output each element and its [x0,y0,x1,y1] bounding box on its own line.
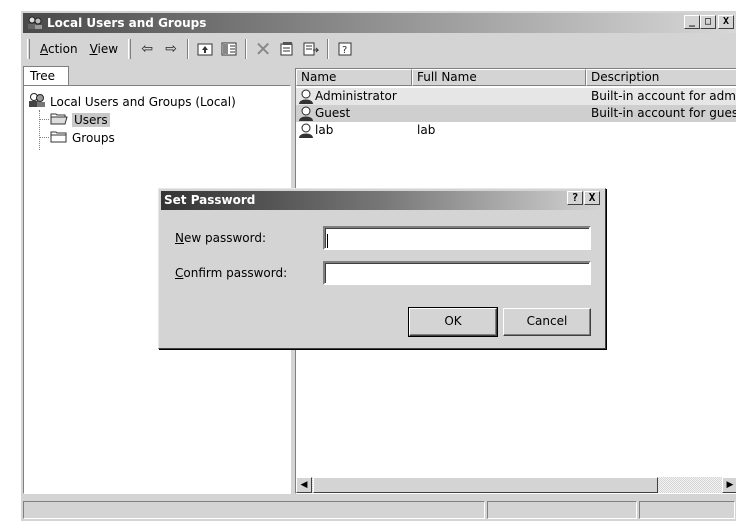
menu-action[interactable]: Action [34,42,84,56]
open-folder-icon [50,111,68,128]
set-password-dialog: Set Password ? X New password: Confirm p… [158,188,606,349]
row-description-cell: Built-in account for admini [591,89,736,103]
table-row[interactable]: Administrator Built-in account for admin… [296,88,736,105]
dialog-title: Set Password [164,193,256,207]
user-icon [298,106,314,121]
confirm-password-field[interactable] [323,261,591,285]
tree-root[interactable]: Local Users and Groups (Local) [28,92,236,111]
row-fullname-cell: lab [417,123,436,137]
toolbar-grip[interactable] [27,39,30,59]
row-fullname-cell [417,88,585,105]
export-list-icon[interactable] [301,39,321,59]
toolbar-separator [187,39,190,59]
user-icon [298,89,314,104]
window-title: Local Users and Groups [47,16,207,30]
row-description-cell: Built-in account for guest [591,106,736,120]
menu-action-rest: ction [48,42,78,56]
minimize-button[interactable]: _ [684,15,700,29]
row-name-cell: Guest [298,105,412,122]
properties-icon[interactable] [277,39,297,59]
ok-button[interactable]: OK [408,307,498,337]
toolbar-separator-3 [327,39,330,59]
dialog-help-button[interactable]: ? [567,191,583,205]
close-button[interactable]: X [718,15,734,29]
forward-arrow-icon[interactable]: ⇨ [161,39,181,59]
toolbar-separator-2 [245,39,248,59]
maximize-button[interactable]: □ [700,15,716,29]
row-name-cell: Administrator [298,88,412,105]
table-row[interactable]: lab lab [296,122,736,139]
tree-item-users[interactable]: Users [50,111,110,128]
tree-connector [39,119,49,120]
column-header-name[interactable]: Name [296,69,412,86]
window-titlebar[interactable]: Local Users and Groups _ □ X [23,13,736,33]
column-header-full-name[interactable]: Full Name [412,69,586,86]
delete-icon[interactable]: ✕ [253,37,273,61]
up-folder-icon[interactable] [195,39,215,59]
user-icon [298,123,314,138]
help-icon[interactable]: ? [335,39,355,59]
menu-view[interactable]: View [84,42,124,56]
scroll-right-button[interactable]: ▶ [722,477,736,493]
menu-toolbar: Action View ⇦ ⇨ ✕ ? [23,36,736,62]
scroll-thumb[interactable] [313,477,658,493]
table-row[interactable]: Guest Built-in account for guest [296,105,736,122]
cancel-button[interactable]: Cancel [503,308,591,336]
row-fullname-cell [417,105,585,122]
menu-view-rest: iew [97,42,119,56]
horizontal-scrollbar[interactable]: ◀ ▶ [296,477,736,493]
new-password-field[interactable] [323,226,591,250]
show-hide-tree-icon[interactable] [219,39,239,59]
row-name-cell: lab [298,122,412,139]
new-password-label: New password: [175,231,267,245]
status-panel [487,501,637,519]
tree-root-label: Local Users and Groups (Local) [50,94,236,109]
status-panel [23,501,485,519]
tab-tree[interactable]: Tree [23,66,69,86]
status-bar [21,499,736,521]
tree-item-users-label: Users [72,112,110,127]
folder-icon [50,129,68,146]
scroll-left-button[interactable]: ◀ [296,477,312,493]
row-description-cell [591,122,736,139]
back-arrow-icon[interactable]: ⇦ [137,39,157,59]
status-panel [639,501,735,519]
dialog-close-button[interactable]: X [584,191,600,205]
users-groups-icon [27,16,43,30]
tree-connector [39,137,49,138]
toolbar-grip-2[interactable] [128,39,132,59]
tree-connector [39,110,40,150]
svg-text:?: ? [342,45,347,56]
confirm-password-label-rest: onfirm password: [183,266,288,280]
dialog-titlebar[interactable]: Set Password [161,191,603,210]
column-header-description[interactable]: Description [586,69,736,86]
text-caret [327,234,328,248]
tree-item-groups[interactable]: Groups [50,129,115,146]
users-groups-icon [28,92,46,111]
tree-item-groups-label: Groups [72,130,115,145]
new-password-label-rest: ew password: [183,231,267,245]
confirm-password-label: Confirm password: [175,266,288,280]
